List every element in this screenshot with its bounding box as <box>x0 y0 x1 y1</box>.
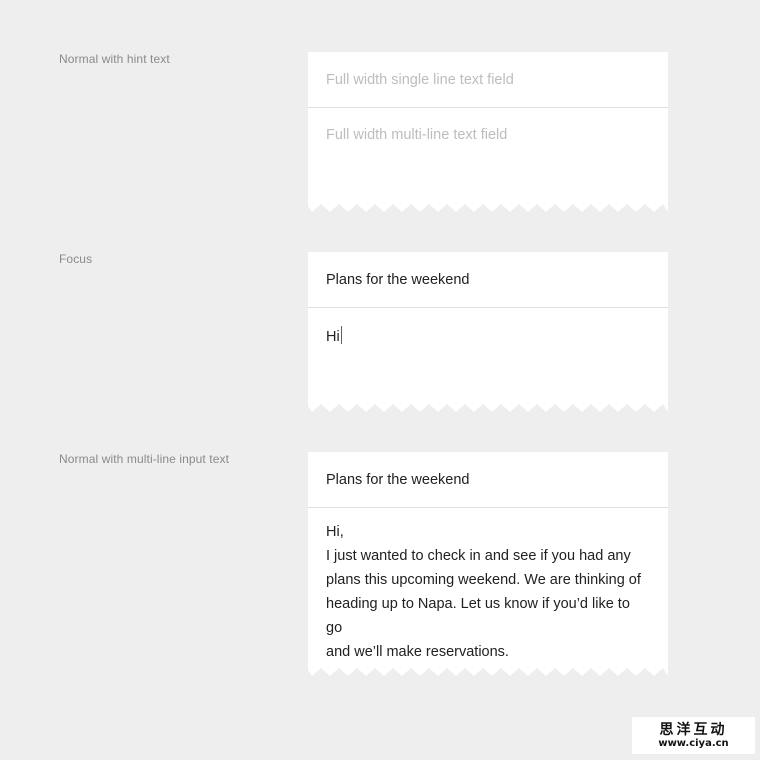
watermark-url: www.ciya.cn <box>658 737 729 749</box>
multi-line-hint-text: Full width multi-line text field <box>326 127 508 143</box>
single-line-input-text: Plans for the weekend <box>326 271 470 288</box>
single-line-text-field[interactable]: Plans for the weekend <box>308 252 668 308</box>
section-label-multiline: Normal with multi-line input text <box>59 452 230 466</box>
torn-edge <box>308 403 668 412</box>
multi-line-text-field[interactable]: Hi, I just wanted to check in and see if… <box>308 508 668 667</box>
single-line-input-text: Plans for the weekend <box>326 471 470 488</box>
multi-line-input-line: heading up to Napa. Let us know if you’d… <box>326 596 630 636</box>
single-line-text-field[interactable]: Full width single line text field <box>308 52 668 108</box>
text-field-card-hint: Full width single line text field Full w… <box>308 52 668 212</box>
multi-line-text-field[interactable]: Full width multi-line text field <box>308 108 668 203</box>
watermark-title: 思洋互动 <box>659 721 728 738</box>
torn-edge <box>308 203 668 212</box>
single-line-text-field[interactable]: Plans for the weekend <box>308 452 668 508</box>
text-cursor <box>340 326 342 344</box>
multi-line-input-line: Hi, <box>326 524 344 540</box>
multi-line-input-text: Hi <box>326 329 340 345</box>
torn-edge <box>308 667 668 676</box>
section-label-focus: Focus <box>59 252 93 266</box>
single-line-hint-text: Full width single line text field <box>326 71 514 88</box>
watermark: 思洋互动 www.ciya.cn <box>632 717 755 754</box>
text-field-card-multiline: Plans for the weekend Hi, I just wanted … <box>308 452 668 676</box>
multi-line-input-line: I just wanted to check in and see if you… <box>326 548 631 564</box>
section-label-hint: Normal with hint text <box>59 52 170 66</box>
multi-line-input-line: and we’ll make reservations. <box>326 644 509 660</box>
text-field-card-focus: Plans for the weekend Hi <box>308 252 668 412</box>
multi-line-input-line: plans this upcoming weekend. We are thin… <box>326 572 641 588</box>
multi-line-text-field-focused[interactable]: Hi <box>308 308 668 403</box>
